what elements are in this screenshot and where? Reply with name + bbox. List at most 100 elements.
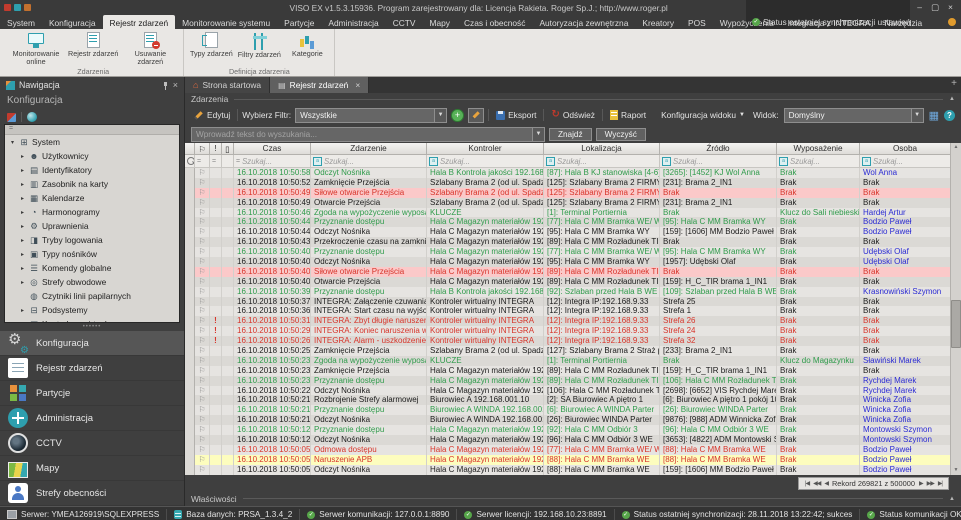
panel-close-icon[interactable]: × [173, 80, 178, 90]
menu-item-mapy[interactable]: Mapy [423, 15, 457, 29]
next-block-icon[interactable]: ▶▶ [927, 480, 934, 487]
help-icon[interactable]: ? [944, 110, 955, 121]
event-row[interactable]: ⚐16.10.2018 10:50:58Odczyt NośnikaHala B… [185, 168, 950, 178]
expander-icon[interactable]: ▸ [19, 167, 26, 174]
header-attachment-column[interactable]: ▯ [222, 143, 234, 155]
event-row[interactable]: ⚐16.10.2018 10:50:05Odmowa dostępuHala C… [185, 445, 950, 455]
pin-icon[interactable] [162, 81, 169, 90]
next-record-icon[interactable]: ▶ [919, 480, 923, 487]
search-input[interactable] [192, 128, 532, 141]
menu-item-czas-i-obecność[interactable]: Czas i obecność [457, 15, 532, 29]
report-button[interactable]: Raport [607, 109, 649, 121]
menu-item-partycje[interactable]: Partycje [277, 15, 321, 29]
tree-item-tryby-logowania[interactable]: ▸◨Tryby logowania [5, 233, 179, 247]
edit-filter-button[interactable] [468, 108, 484, 123]
ribbon-button-monitorowanie-online[interactable]: Monitorowanie online [6, 30, 66, 67]
menu-item-konfiguracja[interactable]: Konfiguracja [42, 15, 103, 29]
refresh-button[interactable]: ↻ Odśwież [548, 109, 598, 121]
tree-root-system[interactable]: ▾⊞System [5, 135, 179, 149]
collapse-chevron-icon[interactable]: ▲ [949, 496, 955, 502]
column-header-kontroler[interactable]: Kontroler [427, 143, 544, 155]
globe-icon[interactable] [27, 112, 37, 122]
tree-item-uprawnienia[interactable]: ▸⚙Uprawnienia [5, 219, 179, 233]
menu-item-rejestr-zdarzeń[interactable]: Rejestr zdarzeń [103, 15, 176, 29]
sidebar-item-partycje[interactable]: Partycje [0, 381, 184, 406]
collapse-chevron-icon[interactable]: ▲ [949, 96, 955, 102]
expander-icon[interactable]: ▸ [19, 195, 26, 202]
maximize-button[interactable]: ▢ [931, 2, 939, 13]
tree-item-zasobnik-na-karty[interactable]: ▸▥Zasobnik na karty [5, 177, 179, 191]
tab-strona-startowa[interactable]: ⌂Strona startowa [185, 77, 270, 93]
add-tab-icon[interactable]: + [951, 78, 957, 89]
event-row[interactable]: ⚐!16.10.2018 10:50:29INTEGRA: Koniec nar… [185, 326, 950, 336]
event-row[interactable]: ⚐16.10.2018 10:50:05Odczyt NośnikaHala C… [185, 465, 950, 475]
sidebar-item-administracja[interactable]: Administracja [0, 406, 184, 431]
sidebar-item-rejestr-zdarzeń[interactable]: Rejestr zdarzeń [0, 356, 184, 381]
sidebar-item-konfiguracja[interactable]: Konfiguracja [0, 331, 184, 356]
minimize-button[interactable]: – [917, 2, 922, 13]
menu-item-cctv[interactable]: CCTV [386, 15, 423, 29]
tree-filter-strip[interactable]: = [5, 125, 179, 135]
scroll-up-icon[interactable]: ▲ [954, 143, 959, 152]
column-header-źródło[interactable]: Źródło [660, 143, 777, 155]
event-row[interactable]: ⚐16.10.2018 10:50:40Siłowe otwarcie Prze… [185, 267, 950, 277]
expander-icon[interactable]: ▸ [19, 181, 26, 188]
expander-icon[interactable]: ▸ [19, 223, 26, 230]
event-row[interactable]: ⚐16.10.2018 10:50:49Siłowe otwarcie Prze… [185, 188, 950, 198]
column-header-wyposażenie[interactable]: Wyposażenie [777, 143, 860, 155]
menu-item-kreatory[interactable]: Kreatory [635, 15, 681, 29]
tree-item-strefy-obwodowe[interactable]: ▸◎Strefy obwodowe [5, 275, 179, 289]
event-row[interactable]: ⚐16.10.2018 10:50:40Przyznanie dostępuHa… [185, 247, 950, 257]
event-row[interactable]: ⚐16.10.2018 10:50:39Przyznanie dostępuHa… [185, 287, 950, 297]
expander-icon[interactable]: ▸ [19, 265, 26, 272]
filter-cell-czas[interactable]: =Szukaj... [234, 155, 311, 168]
header-alert-column[interactable]: ! [210, 143, 222, 155]
ribbon-button-typy-zdarzeń[interactable]: Typy zdarzeń [187, 30, 235, 67]
scrollbar-thumb[interactable] [951, 300, 961, 348]
prev-record-icon[interactable]: ◀ [824, 480, 828, 487]
add-filter-button[interactable]: + [451, 109, 464, 122]
expander-icon[interactable]: ▸ [19, 153, 26, 160]
event-row[interactable]: ⚐16.10.2018 10:50:21Przyznanie dostępuBi… [185, 405, 950, 415]
expander-icon[interactable]: ▸ [19, 251, 26, 258]
last-page-icon[interactable]: ▶| [938, 480, 942, 487]
tree-item-komendy-globalne[interactable]: ▸☰Komendy globalne [5, 261, 179, 275]
filter-cell-wyposażenie[interactable]: aSzukaj... [777, 155, 860, 168]
event-row[interactable]: ⚐16.10.2018 10:50:49Otwarcie PrzejściaSz… [185, 198, 950, 208]
filter-attachment-column[interactable] [222, 155, 234, 168]
ribbon-button-rejestr-zdarzeń[interactable]: Rejestr zdarzeń [66, 30, 120, 67]
ribbon-button-filtry-zdarzeń[interactable]: Filtry zdarzeń [235, 30, 283, 67]
header-row-indicator[interactable] [185, 143, 195, 155]
find-button[interactable]: Znajdź [549, 128, 592, 141]
vertical-scrollbar[interactable]: ▲ ▼ [950, 143, 961, 475]
ribbon-button-kategorie[interactable]: Kategorie [283, 30, 331, 67]
header-flag-column[interactable]: ⚐ [195, 143, 210, 155]
filter-cell-osoba[interactable]: aSzukaj... [860, 155, 950, 168]
tree-item-identyfikatory[interactable]: ▸▤Identyfikatory [5, 163, 179, 177]
event-row[interactable]: ⚐16.10.2018 10:50:23Przyznanie dostępuHa… [185, 376, 950, 386]
event-row[interactable]: ⚐16.10.2018 10:50:52Zamknięcie Przejścia… [185, 178, 950, 188]
filter-row-indicator[interactable] [185, 155, 195, 168]
event-row[interactable]: ⚐16.10.2018 10:50:21Rozbrojenie Strefy a… [185, 395, 950, 405]
tree-item-typy-nośników[interactable]: ▸▣Typy nośników [5, 247, 179, 261]
close-button[interactable]: × [948, 2, 953, 13]
expander-icon[interactable]: ▸ [19, 209, 26, 216]
event-row[interactable]: ⚐16.10.2018 10:50:25Zamknięcie Przejścia… [185, 346, 950, 356]
filter-dropdown[interactable]: Wszystkie ▼ [295, 108, 447, 123]
search-field[interactable]: ▼ [191, 127, 545, 142]
expander-icon[interactable]: ▸ [19, 307, 26, 314]
filter-cell-lokalizacja[interactable]: aSzukaj... [544, 155, 660, 168]
event-row[interactable]: ⚐16.10.2018 10:50:40Otwarcie PrzejściaHa… [185, 277, 950, 287]
scroll-down-icon[interactable]: ▼ [954, 466, 959, 475]
event-row[interactable]: ⚐!16.10.2018 10:50:26INTEGRA: Alarm - us… [185, 336, 950, 346]
sidebar-item-strefy-obecności[interactable]: Strefy obecności [0, 481, 184, 506]
tree-item-podsystemy[interactable]: ▸⊟Podsystemy [5, 303, 179, 317]
nav-tool-icon[interactable] [7, 113, 16, 122]
column-header-zdarzenie[interactable]: Zdarzenie [311, 143, 427, 155]
sidebar-item-cctv[interactable]: CCTV [0, 431, 184, 456]
column-header-czas[interactable]: Czas [234, 143, 311, 155]
filter-cell-źródło[interactable]: aSzukaj... [660, 155, 777, 168]
event-row[interactable]: ⚐16.10.2018 10:50:22Odczyt NośnikaHala C… [185, 386, 950, 396]
filter-cell-zdarzenie[interactable]: aSzukaj... [311, 155, 427, 168]
event-row[interactable]: ⚐16.10.2018 10:50:44Przyznanie dostępuHa… [185, 217, 950, 227]
